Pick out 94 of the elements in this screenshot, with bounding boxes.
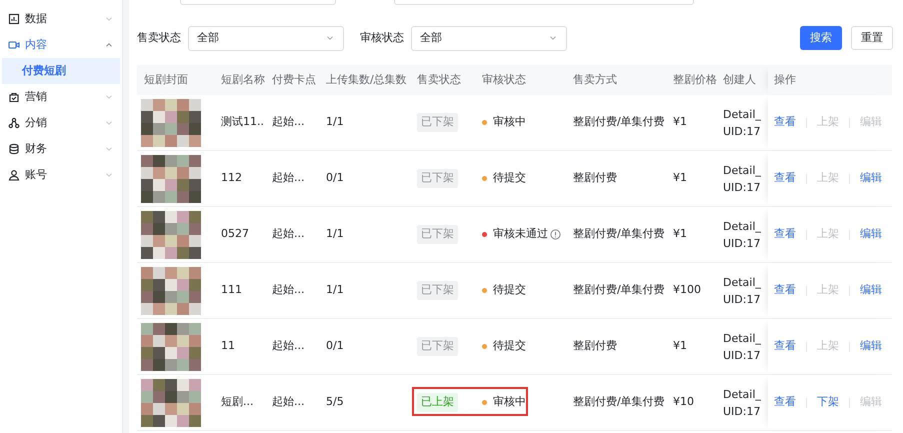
- review-status: 审核中: [493, 114, 526, 130]
- table-cell: Detail_: [723, 332, 761, 344]
- table-cell-text: 1/1: [325, 114, 345, 130]
- bag-icon: [8, 91, 20, 103]
- action-link[interactable]: 编辑: [860, 282, 882, 299]
- status-tag: 已下架: [417, 337, 458, 356]
- table-cell-text: ¥1: [672, 114, 688, 130]
- action-link[interactable]: 编辑: [860, 338, 882, 355]
- status-tag: 已下架: [417, 169, 458, 188]
- table-cell: UID:17: [723, 350, 760, 360]
- review-status: 待提交: [493, 282, 526, 298]
- column-header: 售卖状态: [416, 72, 462, 88]
- sidebar-item[interactable]: 账号: [0, 162, 122, 188]
- table-cell-text: ¥1: [672, 170, 688, 186]
- table-cell-text: 短剧...: [220, 394, 254, 410]
- status-tag: 已下架: [417, 281, 458, 300]
- table-cell: Detail_: [723, 276, 761, 288]
- table-cell-text: 0/1: [325, 170, 345, 186]
- review-status: 审核中: [493, 394, 526, 410]
- table-cell: UID:17: [723, 182, 760, 192]
- action-link[interactable]: 查看: [774, 170, 796, 187]
- table-cell: UID:17: [723, 406, 760, 416]
- table-cell: Detail_: [723, 388, 761, 400]
- table-cell: UID:17: [723, 294, 760, 304]
- table-cell-text: 起始...: [271, 338, 306, 354]
- table-cell-text: ¥10: [672, 394, 695, 410]
- review-status: 待提交: [493, 338, 526, 354]
- table-cell-text: 5/5: [325, 394, 345, 410]
- table-cell-text: 0/1: [325, 338, 345, 354]
- column-header: 短剧封面: [143, 72, 189, 88]
- table-cell-text: 整剧付费/单集付费: [572, 226, 666, 242]
- action-link[interactable]: 下架: [817, 394, 839, 411]
- table-cell-text: 整剧付费/单集付费: [572, 114, 666, 130]
- sidebar-item[interactable]: 内容: [0, 32, 122, 58]
- review-status: 审核未通过: [493, 226, 548, 242]
- select-field[interactable]: 全部: [411, 26, 567, 50]
- column-header: 创建人: [722, 72, 757, 88]
- table-cell-text: 整剧付费/单集付费: [572, 394, 666, 410]
- sidebar-item[interactable]: 营销: [0, 84, 122, 110]
- network-icon: [8, 117, 20, 129]
- sidebar-subitem[interactable]: 付费短剧: [2, 58, 120, 84]
- table-cell-text: 整剧付费: [572, 338, 618, 354]
- table-cell-text: 起始...: [271, 394, 306, 410]
- table-cell: UID:17: [723, 238, 760, 248]
- sidebar-item[interactable]: 分销: [0, 110, 122, 136]
- column-header: 售卖方式: [572, 72, 618, 88]
- table-cell-text: 起始...: [271, 282, 306, 298]
- table-cell-text: ¥1: [672, 226, 688, 242]
- user-icon: [8, 169, 20, 181]
- column-header: 付费卡点: [271, 72, 317, 88]
- table-cell-text: 112: [220, 170, 243, 186]
- table-cell-text: 11: [220, 338, 236, 354]
- status-tag: 已下架: [417, 225, 458, 244]
- table-cell: Detail_: [723, 164, 761, 176]
- action-link[interactable]: 查看: [774, 226, 796, 243]
- database-icon: [8, 143, 20, 155]
- table-cell-text: 1/1: [325, 226, 345, 242]
- action-link[interactable]: 查看: [774, 114, 796, 131]
- table-cell: Detail_: [723, 108, 761, 120]
- table-cell-text: 111: [220, 282, 243, 298]
- status-tag: 已上架: [417, 393, 458, 412]
- column-header: 短剧名称: [220, 72, 265, 88]
- action-link[interactable]: 编辑: [860, 170, 882, 187]
- table-cell-text: 1/1: [325, 282, 345, 298]
- table-cell-text: 0527: [220, 226, 250, 242]
- action-link[interactable]: 查看: [774, 338, 796, 355]
- reset-button[interactable]: 重置: [851, 26, 893, 50]
- sidebar-item[interactable]: 财务: [0, 136, 122, 162]
- action-link[interactable]: 查看: [774, 282, 796, 299]
- column-header: 操作: [768, 65, 892, 95]
- search-button[interactable]: 搜索: [800, 26, 842, 50]
- video-icon: [8, 39, 20, 51]
- column-header: 上传集数/总集数: [325, 72, 408, 88]
- status-tag: 已下架: [417, 113, 458, 132]
- chart-icon: [8, 13, 20, 25]
- table-cell-text: 起始...: [271, 114, 306, 130]
- sidebar-item[interactable]: 数据: [0, 6, 122, 32]
- table-cell-text: 测试11...: [220, 114, 265, 130]
- column-header: 整剧价格: [672, 72, 718, 88]
- review-status: 待提交: [493, 170, 526, 186]
- table-cell-text: 起始...: [271, 170, 306, 186]
- table-cell-text: 整剧付费/单集付费: [572, 282, 666, 298]
- table-cell-text: ¥1: [672, 338, 688, 354]
- filter-label: 审核状态: [360, 30, 404, 46]
- table-cell-text: ¥100: [672, 282, 702, 298]
- action-link[interactable]: 查看: [774, 394, 796, 411]
- column-header: 审核状态: [481, 72, 527, 88]
- action-link[interactable]: 编辑: [860, 226, 882, 243]
- table-cell-text: 起始...: [271, 226, 306, 242]
- filter-label: 售卖状态: [137, 30, 181, 46]
- table-cell-text: 整剧付费: [572, 170, 618, 186]
- table-cell: UID:17: [723, 126, 760, 136]
- select-field[interactable]: 全部: [188, 26, 344, 50]
- table-cell: Detail_: [723, 220, 761, 232]
